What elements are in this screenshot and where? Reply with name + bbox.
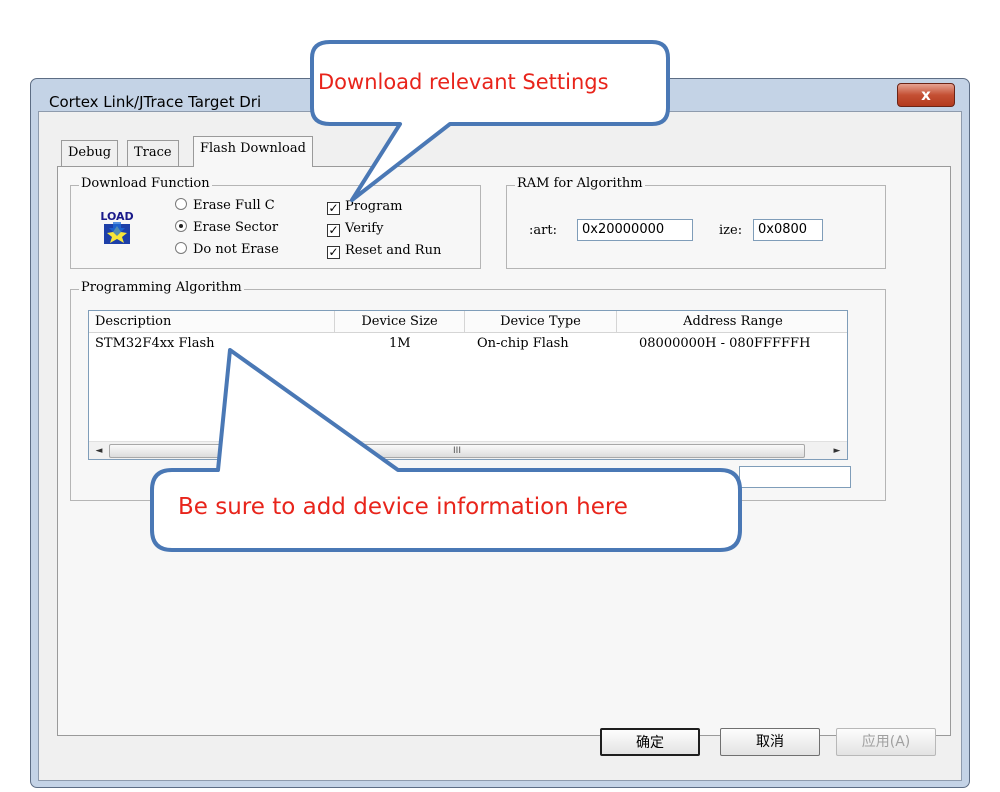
programming-algorithm-legend: Programming Algorithm: [79, 280, 244, 295]
apply-button[interactable]: 应用(A): [836, 728, 936, 756]
ram-size-field[interactable]: 0x0800: [753, 219, 823, 241]
checkbox-verify-label: Verify: [345, 221, 384, 236]
load-icon-label: LOAD: [100, 210, 133, 223]
checkbox-verify-box[interactable]: ✓: [327, 224, 340, 237]
tab-debug[interactable]: Debug: [61, 140, 119, 166]
radio-erase-full[interactable]: Erase Full C: [175, 198, 275, 213]
radio-erase-sector[interactable]: Erase Sector: [175, 220, 278, 235]
algorithm-list[interactable]: Description Device Size Device Type Addr…: [88, 310, 848, 460]
radio-erase-full-indicator[interactable]: [175, 198, 187, 210]
obscured-field[interactable]: [739, 466, 851, 488]
row-device-type: On-chip Flash: [477, 336, 569, 351]
checkbox-program-label: Program: [345, 199, 403, 214]
radio-do-not-erase-indicator[interactable]: [175, 242, 187, 254]
column-device-type[interactable]: Device Type: [465, 311, 617, 333]
row-address-range: 08000000H - 080FFFFFH: [639, 336, 811, 351]
ram-size-label: ize:: [719, 223, 743, 238]
horizontal-scrollbar[interactable]: ◄ III ►: [89, 441, 847, 459]
scroll-left-icon[interactable]: ◄: [91, 443, 107, 459]
obscured-field-label: :: [729, 475, 734, 490]
ram-start-field[interactable]: 0x20000000: [577, 219, 693, 241]
ram-group: RAM for Algorithm :art: 0x20000000 ize: …: [506, 176, 886, 269]
checkbox-reset-and-run-box[interactable]: ✓: [327, 246, 340, 259]
radio-erase-full-label: Erase Full C: [193, 198, 275, 213]
ram-start-label: :art:: [529, 223, 557, 238]
checkbox-reset-and-run-label: Reset and Run: [345, 243, 442, 258]
bottom-callout-text: Be sure to add device information here: [178, 494, 628, 520]
row-device-size: 1M: [389, 336, 411, 351]
radio-erase-sector-indicator[interactable]: [175, 220, 187, 232]
download-function-legend: Download Function: [79, 176, 212, 191]
scroll-right-icon[interactable]: ►: [829, 443, 845, 459]
column-description[interactable]: Description: [89, 311, 335, 333]
list-header: Description Device Size Device Type Addr…: [89, 311, 847, 333]
scroll-thumb[interactable]: III: [109, 444, 805, 458]
tab-trace[interactable]: Trace: [127, 140, 179, 166]
radio-do-not-erase-label: Do not Erase: [193, 242, 279, 257]
checkbox-program-box[interactable]: ✓: [327, 202, 340, 215]
download-function-group: Download Function LOAD Erase Full C Eras…: [70, 176, 481, 269]
radio-do-not-erase[interactable]: Do not Erase: [175, 242, 279, 257]
dialog-body: Debug Trace Flash Download Download Func…: [38, 111, 962, 781]
close-button[interactable]: x: [897, 83, 955, 107]
top-callout-text: Download relevant Settings: [318, 70, 609, 94]
cancel-button[interactable]: 取消: [720, 728, 820, 756]
ram-legend: RAM for Algorithm: [515, 176, 645, 191]
column-address-range[interactable]: Address Range: [617, 311, 847, 333]
programming-algorithm-group: Programming Algorithm Description Device…: [70, 280, 886, 501]
checkbox-verify[interactable]: ✓ Verify: [327, 221, 383, 237]
radio-erase-sector-label: Erase Sector: [193, 220, 279, 235]
close-icon: x: [921, 86, 931, 104]
checkbox-reset-and-run[interactable]: ✓ Reset and Run: [327, 243, 441, 259]
window-title: Cortex Link/JTrace Target Dri: [49, 93, 262, 111]
tab-flash-download[interactable]: Flash Download: [193, 136, 313, 167]
dialog-window: Cortex Link/JTrace Target Dri x Debug Tr…: [30, 78, 970, 788]
row-description: STM32F4xx Flash: [95, 336, 215, 351]
flash-download-panel: Download Function LOAD Erase Full C Eras…: [57, 166, 951, 736]
load-icon: LOAD: [100, 210, 134, 244]
column-device-size[interactable]: Device Size: [335, 311, 465, 333]
ok-button[interactable]: 确定: [600, 728, 700, 756]
checkbox-program[interactable]: ✓ Program: [327, 199, 402, 215]
